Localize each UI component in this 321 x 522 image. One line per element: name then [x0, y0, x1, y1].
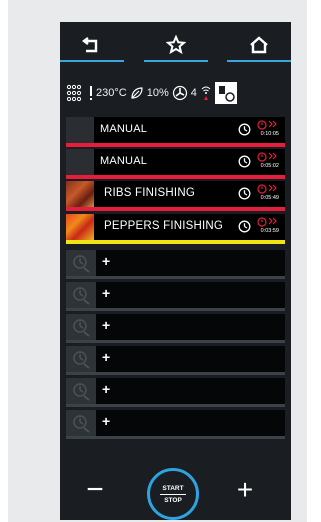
minus-button[interactable]: −	[82, 473, 108, 506]
stop-label: STOP	[164, 496, 182, 504]
start-stop-divider	[160, 493, 186, 495]
back-underline	[60, 60, 124, 62]
empty-slot-clock-icon	[66, 314, 96, 340]
program-thumbnail-placeholder	[66, 149, 94, 175]
home-button[interactable]	[227, 28, 291, 62]
timer-clock-icon	[238, 155, 251, 173]
start-label: START	[162, 484, 184, 492]
add-program-icon: +	[102, 349, 111, 365]
programs-grid-icon	[66, 83, 86, 103]
empty-program-slot[interactable]: +	[66, 378, 285, 404]
temperature-alert-icon	[89, 85, 93, 101]
empty-slot-clock-icon	[66, 282, 96, 308]
slot-divider	[66, 436, 285, 439]
program-row[interactable]: RIBS FINISHING 0:05:49	[66, 181, 285, 207]
remaining-time: 0:10:05	[260, 131, 279, 137]
add-program-icon: +	[102, 413, 111, 429]
fan-speed-value: 4	[190, 87, 197, 99]
program-name: MANUAL	[100, 155, 148, 167]
program-status-bar	[66, 143, 285, 147]
cooking-mode-icon	[214, 82, 237, 104]
humidity-leaf-icon	[130, 86, 144, 100]
add-program-icon: +	[102, 381, 111, 397]
touch-screen: 230°C 10% 4 MANUAL 0:10:05 MANUAL 0:05:02 RI…	[60, 22, 291, 520]
empty-slot-clock-icon	[66, 250, 96, 276]
add-program-icon: +	[102, 253, 111, 269]
program-thumbnail-food-peppers	[66, 214, 94, 240]
slot-divider	[66, 372, 285, 375]
program-name: PEPPERS FINISHING	[104, 220, 224, 232]
program-status-bar	[66, 240, 285, 244]
back-button[interactable]	[60, 28, 124, 62]
humidity-value: 10%	[146, 87, 169, 99]
favorites-underline	[144, 60, 208, 62]
slot-divider	[66, 340, 285, 343]
program-thumbnail-food-ribs	[66, 181, 94, 207]
remaining-time: 0:05:49	[260, 195, 279, 201]
fan-icon	[172, 85, 188, 101]
empty-program-slot[interactable]: +	[66, 314, 285, 340]
program-thumbnail-placeholder	[66, 117, 94, 143]
empty-slot-clock-icon	[66, 410, 96, 436]
empty-program-slot[interactable]: +	[66, 250, 285, 276]
star-icon	[166, 35, 186, 55]
program-name: MANUAL	[100, 123, 148, 135]
status-bar: 230°C 10% 4	[66, 78, 286, 108]
program-name: RIBS FINISHING	[104, 187, 195, 199]
program-status-bar	[66, 207, 285, 211]
timer-clock-icon	[238, 187, 251, 205]
empty-program-slot[interactable]: +	[66, 410, 285, 436]
home-underline	[227, 60, 291, 62]
program-status-bar	[66, 175, 285, 179]
favorites-button[interactable]	[144, 28, 208, 62]
add-program-icon: +	[102, 317, 111, 333]
add-program-icon: +	[102, 285, 111, 301]
start-stop-button[interactable]: START STOP	[147, 468, 199, 520]
remaining-time: 0:05:02	[260, 163, 279, 169]
oven-control-panel: 230°C 10% 4 MANUAL 0:10:05 MANUAL 0:05:02 RI…	[8, 0, 307, 522]
empty-program-slot[interactable]: +	[66, 346, 285, 372]
slot-divider	[66, 276, 285, 279]
wifi-icon	[200, 84, 212, 102]
program-row[interactable]: MANUAL 0:10:05	[66, 117, 285, 143]
back-icon	[82, 37, 98, 53]
program-row[interactable]: MANUAL 0:05:02	[66, 149, 285, 175]
remaining-time: 0:03:59	[260, 228, 279, 234]
slot-divider	[66, 404, 285, 407]
timer-clock-icon	[238, 123, 251, 141]
slot-divider	[66, 308, 285, 311]
program-row[interactable]: PEPPERS FINISHING 0:03:59	[66, 214, 285, 240]
timer-clock-icon	[238, 220, 251, 238]
empty-program-slot[interactable]: +	[66, 282, 285, 308]
home-icon	[250, 36, 268, 54]
empty-slot-clock-icon	[66, 346, 96, 372]
empty-slot-clock-icon	[66, 378, 96, 404]
temperature-value: 230°C	[96, 87, 127, 99]
plus-button[interactable]: +	[232, 474, 258, 505]
